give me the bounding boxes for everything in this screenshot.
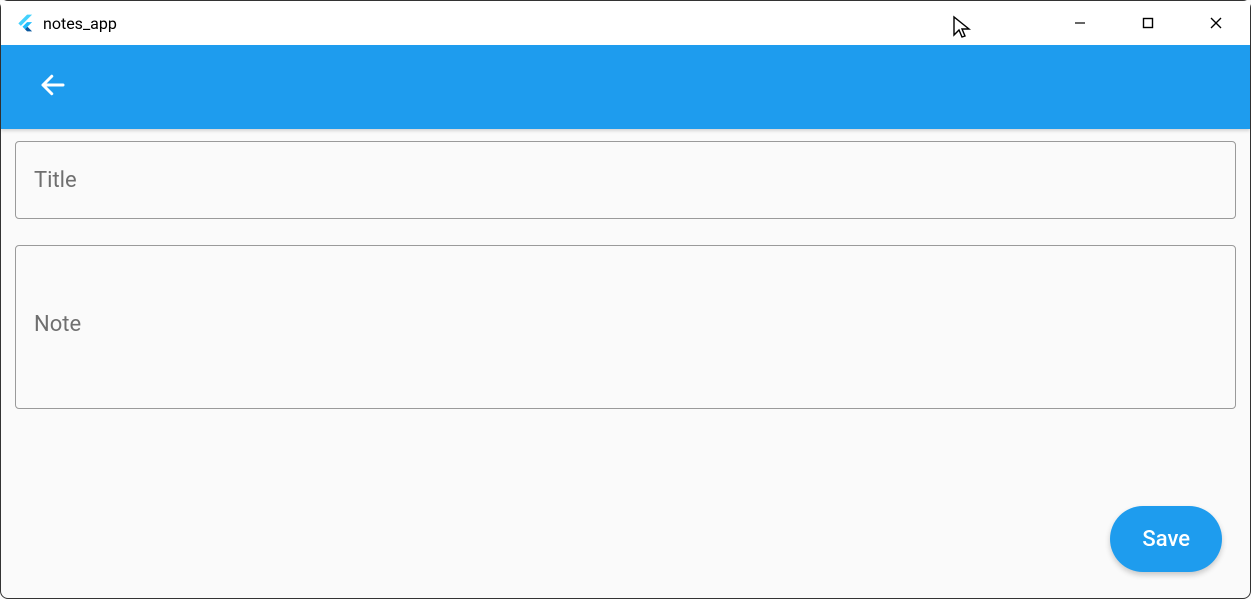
- close-button[interactable]: [1182, 1, 1250, 45]
- app-bar: [1, 45, 1250, 129]
- note-input[interactable]: [15, 245, 1236, 409]
- minimize-button[interactable]: [1046, 1, 1114, 45]
- title-input[interactable]: [15, 141, 1236, 219]
- flutter-logo-icon: [15, 13, 35, 33]
- window-controls: [1046, 1, 1250, 45]
- back-button[interactable]: [29, 63, 77, 111]
- titlebar-left: notes_app: [15, 13, 117, 33]
- save-button[interactable]: Save: [1110, 506, 1222, 572]
- arrow-back-icon: [38, 70, 68, 104]
- window-title: notes_app: [43, 14, 117, 33]
- maximize-button[interactable]: [1114, 1, 1182, 45]
- save-button-label: Save: [1142, 527, 1190, 552]
- window-titlebar: notes_app: [1, 1, 1250, 45]
- form-content: [1, 129, 1250, 421]
